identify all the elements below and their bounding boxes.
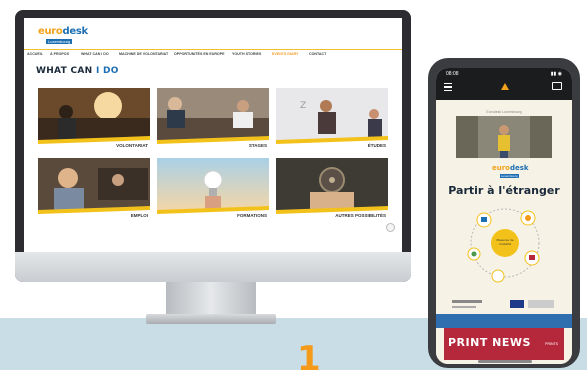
phone-screen: 08:08 ▮▮ ◉ Eurodesk Luxembourg eurodesk … bbox=[436, 68, 572, 364]
card-volontariat[interactable]: VOLONTARIAT bbox=[38, 88, 150, 150]
phone-content: Eurodesk Luxembourg eurodesk Luxembourg … bbox=[436, 100, 572, 364]
phone-banner-text: PRINT NEWS bbox=[448, 336, 531, 349]
phone-caption: Eurodesk Luxembourg bbox=[486, 110, 522, 114]
nav-item-events-diary[interactable]: EVENTS DIARY bbox=[272, 52, 298, 56]
phone-banner-tag: PRINTS bbox=[545, 342, 558, 346]
phone-title: Partir à l'étranger bbox=[448, 184, 560, 197]
nav-item-a-propos[interactable]: À PROPOS bbox=[50, 52, 69, 56]
card-autres-possibilites[interactable]: AUTRES POSSIBILITÉS bbox=[276, 158, 388, 220]
menu-icon[interactable] bbox=[444, 83, 452, 91]
card-stages[interactable]: STAGES bbox=[157, 88, 269, 150]
phone-header: 08:08 ▮▮ ◉ bbox=[436, 68, 572, 100]
card-label: AUTRES POSSIBILITÉS bbox=[335, 213, 386, 218]
card-label: VOLONTARIAT bbox=[116, 143, 148, 148]
phone-logo: eurodesk bbox=[492, 164, 529, 172]
phone-logo-subtitle: Luxembourg bbox=[500, 174, 519, 178]
monitor-stand bbox=[166, 282, 256, 316]
card-label: STAGES bbox=[248, 143, 267, 148]
card-photo bbox=[38, 158, 150, 210]
card-photo bbox=[157, 158, 269, 210]
card-emploi[interactable]: EMPLOI bbox=[38, 158, 150, 220]
nav-item-youth-stories[interactable]: YOUTH STORIES bbox=[232, 52, 261, 56]
share-icon[interactable] bbox=[552, 82, 562, 90]
site-nav: ACCUEIL À PROPOS WHAT CAN I DO MACHINE D… bbox=[24, 49, 402, 60]
monitor-base bbox=[146, 314, 276, 324]
status-time: 08:08 bbox=[446, 71, 459, 77]
card-etudes[interactable]: Z ÉTUDES bbox=[276, 88, 388, 150]
phone-footer-logos bbox=[452, 300, 554, 308]
svg-text:mobilité: mobilité bbox=[499, 242, 511, 246]
svg-text:Z: Z bbox=[300, 101, 306, 111]
site-logo[interactable]: eurodesk bbox=[38, 26, 88, 37]
nav-item-contact[interactable]: CONTACT bbox=[309, 52, 326, 56]
status-icons: ▮▮ ◉ bbox=[550, 71, 562, 77]
home-indicator[interactable] bbox=[478, 360, 532, 363]
nav-item-opportunites[interactable]: OPPORTUNITÉS EN EUROPE bbox=[174, 52, 225, 56]
mobility-diagram: Mesures de mobilité bbox=[467, 208, 540, 283]
card-label: EMPLOI bbox=[130, 213, 148, 218]
card-formations[interactable]: FORMATIONS bbox=[157, 158, 269, 220]
nav-item-machine-volontariat[interactable]: MACHINE DE VOLONTARIAT bbox=[119, 52, 168, 56]
site-logo-subtitle: Luxembourg bbox=[46, 39, 73, 44]
scroll-to-top-button[interactable] bbox=[386, 223, 395, 232]
phone-bottom-bar bbox=[436, 314, 572, 328]
app-logo-icon bbox=[501, 83, 509, 90]
step-number: 1 bbox=[297, 339, 321, 379]
card-photo bbox=[157, 88, 269, 140]
card-photo bbox=[276, 158, 388, 210]
desktop-screen: eurodesk Luxembourg ACCUEIL À PROPOS WHA… bbox=[24, 18, 402, 252]
page-title: WHAT CAN I DO bbox=[36, 66, 119, 76]
card-photo: Z bbox=[276, 88, 388, 140]
card-label: FORMATIONS bbox=[237, 213, 267, 218]
phone-hero-photo bbox=[456, 116, 552, 158]
card-label: ÉTUDES bbox=[367, 143, 386, 148]
monitor-chin bbox=[15, 252, 411, 282]
card-photo bbox=[38, 88, 150, 140]
nav-item-what-can-i-do[interactable]: WHAT CAN I DO bbox=[81, 52, 109, 56]
nav-item-accueil[interactable]: ACCUEIL bbox=[27, 52, 43, 56]
